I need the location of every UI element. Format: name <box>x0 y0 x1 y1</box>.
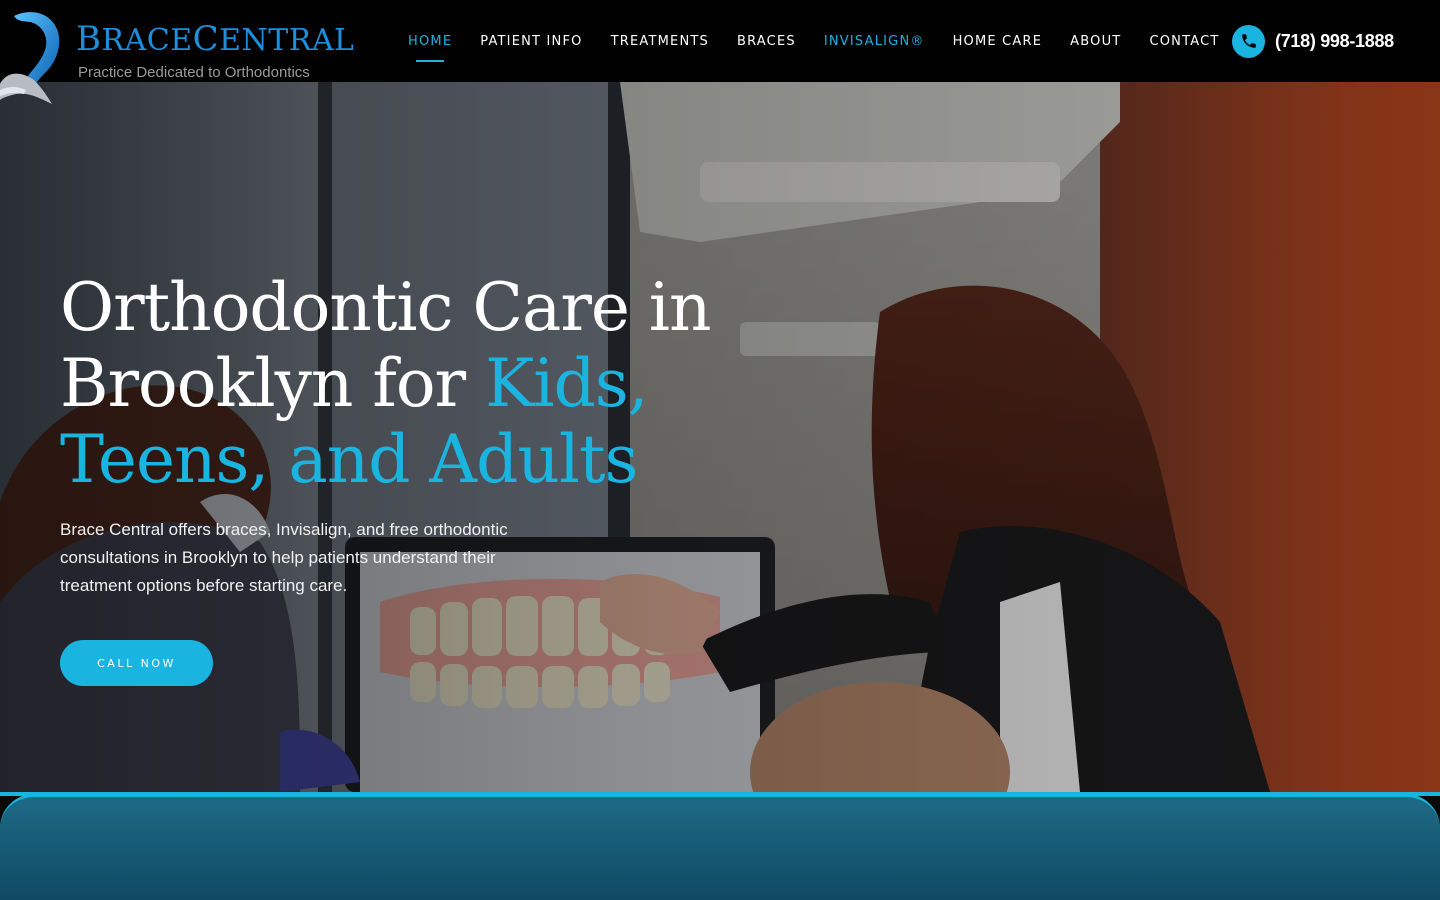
brand-logo[interactable]: BRACECENTRAL Practice Dedicated to Ortho… <box>0 10 354 106</box>
brand-initial-b: B <box>76 19 102 59</box>
nav-item-home-care[interactable]: HOME CARE <box>939 34 1057 49</box>
next-section-panel <box>0 794 1440 900</box>
phone-icon <box>1232 24 1265 58</box>
nav-item-invisalign[interactable]: INVISALIGN® <box>810 34 939 49</box>
brand-text-race: RACE <box>101 23 193 58</box>
nav-item-patient-info[interactable]: PATIENT INFO <box>466 34 596 49</box>
hero-description: Brace Central offers braces, Invisalign,… <box>60 520 508 595</box>
hero-section: Orthodontic Care in Brooklyn for Kids, T… <box>0 82 1440 792</box>
brand-tagline: Practice Dedicated to Orthodontics <box>78 64 310 81</box>
nav-item-home[interactable]: HOME <box>394 34 466 49</box>
call-now-button[interactable]: CALL NOW <box>60 640 213 686</box>
tooth-logo-icon <box>0 12 60 104</box>
nav-item-contact[interactable]: CONTACT <box>1135 34 1233 49</box>
brand-initial-c: C <box>192 19 220 59</box>
nav-item-about[interactable]: ABOUT <box>1056 34 1135 49</box>
main-nav: HOME PATIENT INFO TREATMENTS BRACES INVI… <box>394 0 1234 82</box>
nav-item-braces[interactable]: BRACES <box>723 34 810 49</box>
phone-number: (718) 998-1888 <box>1275 30 1394 51</box>
site-header: BRACECENTRAL Practice Dedicated to Ortho… <box>0 0 1440 104</box>
hero-title: Orthodontic Care in Brooklyn for Kids, T… <box>60 270 820 498</box>
header-phone-link[interactable]: (718) 998-1888 <box>1232 24 1394 58</box>
brand-text-entral: ENTRAL <box>219 23 355 58</box>
nav-item-treatments[interactable]: TREATMENTS <box>597 34 723 49</box>
brand-name: BRACECENTRAL <box>76 22 354 56</box>
